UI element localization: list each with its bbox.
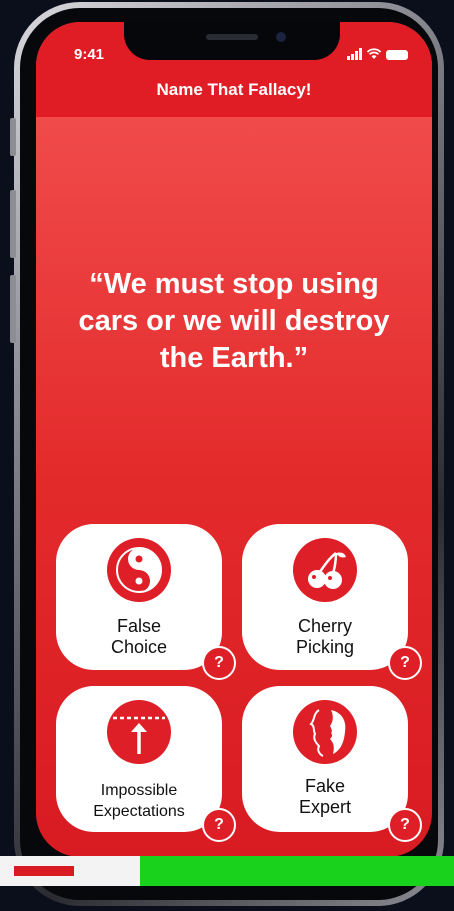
volume-down-button	[10, 275, 16, 343]
yin-yang-icon	[107, 538, 171, 602]
strip-red-block	[14, 866, 74, 876]
fallacy-quote: “We must stop using cars or we will dest…	[78, 268, 390, 374]
help-button[interactable]: ?	[202, 646, 236, 680]
answer-cherry-picking[interactable]: Cherry Picking ?	[242, 524, 422, 680]
answer-label: False Choice	[110, 616, 168, 657]
status-time: 9:41	[74, 46, 105, 63]
cherry-icon	[293, 538, 357, 602]
answer-label: Impossible Expectations	[93, 782, 185, 820]
battery-icon	[386, 50, 408, 60]
bottom-overlay-strip	[0, 856, 454, 886]
notch	[124, 22, 340, 60]
answer-label: Cherry Picking	[295, 616, 355, 657]
help-button[interactable]: ?	[388, 808, 422, 842]
help-button[interactable]: ?	[388, 646, 422, 680]
answer-false-choice[interactable]: False Choice ?	[56, 524, 236, 680]
answer-fake-expert[interactable]: Fake Expert ?	[242, 686, 422, 842]
status-icons	[347, 46, 408, 60]
speaker-grille	[206, 34, 258, 40]
volume-up-button	[10, 190, 16, 258]
mute-switch	[10, 118, 16, 156]
wifi-icon	[366, 48, 382, 59]
phone-screen: 9:41 Name That Fallacy! “We must stop us…	[36, 22, 432, 857]
face-profile-icon	[293, 700, 357, 764]
front-camera	[276, 32, 286, 42]
app-title: Name That Fallacy!	[156, 80, 312, 99]
arrow-up-limit-icon	[107, 700, 171, 764]
help-button[interactable]: ?	[202, 808, 236, 842]
answer-label: Fake Expert	[298, 776, 352, 817]
cellular-signal-icon	[347, 48, 362, 60]
answer-impossible-expectations[interactable]: Impossible Expectations ?	[56, 686, 236, 842]
